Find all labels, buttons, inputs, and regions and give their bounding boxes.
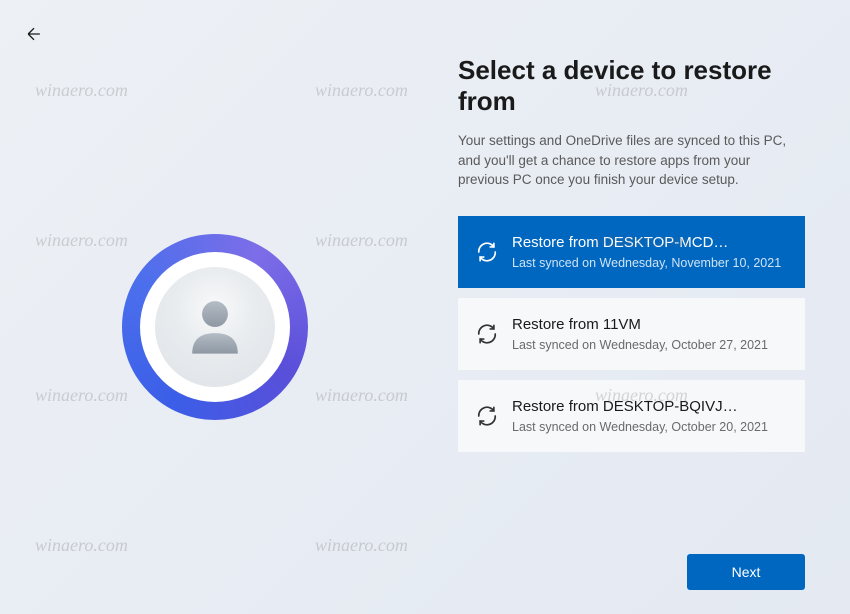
- avatar-ring: [122, 234, 308, 420]
- device-title: Restore from DESKTOP-MCD…: [512, 234, 787, 251]
- device-subtitle: Last synced on Wednesday, October 27, 20…: [512, 338, 787, 352]
- next-button[interactable]: Next: [687, 554, 805, 590]
- device-content: Restore from DESKTOP-BQIVJ… Last synced …: [512, 398, 787, 434]
- avatar-inner: [140, 252, 290, 402]
- device-title: Restore from DESKTOP-BQIVJ…: [512, 398, 787, 415]
- page-description: Your settings and OneDrive files are syn…: [458, 131, 805, 190]
- footer: Next: [687, 554, 805, 590]
- device-content: Restore from 11VM Last synced on Wednesd…: [512, 316, 787, 352]
- left-panel: [0, 0, 430, 614]
- avatar: [155, 267, 275, 387]
- device-option-0[interactable]: Restore from DESKTOP-MCD… Last synced on…: [458, 216, 805, 288]
- sync-icon: [476, 405, 498, 427]
- device-option-2[interactable]: Restore from DESKTOP-BQIVJ… Last synced …: [458, 380, 805, 452]
- device-option-1[interactable]: Restore from 11VM Last synced on Wednesd…: [458, 298, 805, 370]
- main-container: Select a device to restore from Your set…: [0, 0, 850, 614]
- device-title: Restore from 11VM: [512, 316, 787, 333]
- person-icon: [177, 289, 253, 365]
- back-button[interactable]: [24, 24, 48, 48]
- device-list: Restore from DESKTOP-MCD… Last synced on…: [458, 216, 805, 452]
- sync-icon: [476, 241, 498, 263]
- device-subtitle: Last synced on Wednesday, November 10, 2…: [512, 256, 787, 270]
- sync-icon: [476, 323, 498, 345]
- right-panel: Select a device to restore from Your set…: [430, 0, 850, 614]
- device-subtitle: Last synced on Wednesday, October 20, 20…: [512, 420, 787, 434]
- page-title: Select a device to restore from: [458, 55, 805, 117]
- device-content: Restore from DESKTOP-MCD… Last synced on…: [512, 234, 787, 270]
